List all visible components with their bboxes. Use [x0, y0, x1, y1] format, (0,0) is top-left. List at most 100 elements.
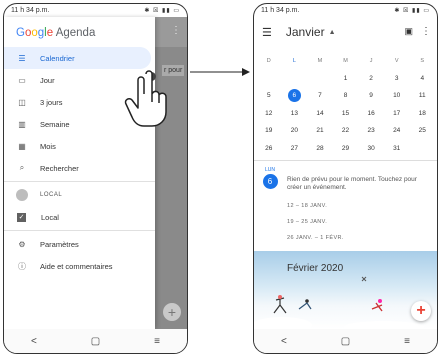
- home-button[interactable]: ▢: [341, 336, 350, 347]
- day-cell-number: 15: [341, 109, 350, 117]
- day-cell-number: 3: [394, 74, 399, 82]
- day-number: 6: [262, 174, 278, 189]
- weekday-label: M: [343, 57, 348, 64]
- day-cell-number: 13: [290, 109, 298, 117]
- transition-arrow-icon: [190, 68, 250, 76]
- weekday-label: L: [292, 57, 296, 64]
- gear-icon: ⚙: [18, 239, 26, 249]
- week-row: 5 6 7 8 9 10 11: [256, 87, 435, 105]
- day-cell[interactable]: 27: [282, 145, 308, 152]
- add-event-fab[interactable]: +: [411, 301, 431, 321]
- back-button[interactable]: <: [31, 336, 37, 347]
- recents-button[interactable]: ≡: [154, 336, 160, 347]
- day-cell-number: 14: [316, 109, 324, 117]
- status-time: 11 h 34 p.m.: [261, 7, 300, 14]
- drawer-item-mois[interactable]: ▦ Mois: [4, 135, 155, 157]
- day-cell[interactable]: 28: [307, 145, 333, 152]
- day-cell-number: 9: [369, 92, 373, 100]
- day-cell-number: 28: [316, 144, 324, 152]
- drawer-item-rechercher[interactable]: ⌕ Rechercher: [4, 157, 155, 179]
- day-cell[interactable]: 26: [256, 145, 282, 152]
- week-range-label: 26 JANV. – 1 FÉVR.: [287, 235, 344, 241]
- day-cell[interactable]: 2: [358, 75, 384, 82]
- day-cell[interactable]: 22: [333, 127, 359, 134]
- status-icons: ✱ ☒ ▮▮ ▭: [144, 8, 180, 14]
- weekday-label: M: [317, 57, 323, 64]
- day-cell[interactable]: 11: [409, 92, 435, 99]
- day-cell[interactable]: 30: [358, 145, 384, 152]
- day-cell-number: 2: [369, 74, 373, 82]
- calendar-toggle-local[interactable]: ✓ Local: [4, 206, 155, 228]
- status-icons: ✱ ☒ ▮▮ ▭: [394, 8, 430, 14]
- back-button[interactable]: <: [281, 336, 287, 347]
- recents-button[interactable]: ≡: [404, 336, 410, 347]
- day-cell[interactable]: 31: [384, 145, 410, 152]
- divider: [254, 160, 437, 161]
- day-cell-number: 6: [287, 89, 301, 103]
- day-weekday: LUN: [264, 167, 275, 173]
- today-calendar-icon[interactable]: ▣: [404, 26, 413, 37]
- day-cell-number: 18: [418, 109, 426, 117]
- month-selector[interactable]: Janvier: [286, 25, 325, 39]
- day-cell-number: 1: [343, 74, 348, 82]
- drawer-item-label: Semaine: [40, 119, 70, 129]
- week-row: 26 27 28 29 30 31: [256, 140, 435, 158]
- day-cell[interactable]: 20: [282, 127, 308, 134]
- status-bar: 11 h 34 p.m. ✱ ☒ ▮▮ ▭: [4, 4, 187, 17]
- app-name: Agenda: [55, 27, 96, 39]
- calendar-list-icon: ☰: [18, 53, 26, 63]
- day-cell[interactable]: 18: [409, 110, 435, 117]
- day-cell[interactable]: 14: [307, 110, 333, 117]
- month-grid: D L M M J V S 1 2 3 4 5 6 7 8 9 10 11 12 13 14 15 16 17 18 19 20 21…: [256, 52, 435, 157]
- drawer-item-calendrier[interactable]: ☰ Calendrier: [4, 47, 151, 69]
- day-cell[interactable]: 24: [384, 127, 410, 134]
- day-cell[interactable]: 7: [307, 92, 333, 99]
- home-button[interactable]: ▢: [91, 336, 100, 347]
- day-cell[interactable]: 17: [384, 110, 410, 117]
- drawer-item-aide[interactable]: ⓘ Aide et commentaires: [4, 255, 155, 277]
- day-cell-number: 31: [393, 144, 401, 152]
- day-cell-number: 7: [318, 92, 322, 100]
- day-cell[interactable]: 10: [384, 92, 410, 99]
- day-cell[interactable]: 29: [333, 145, 359, 152]
- day-cell[interactable]: 5: [256, 92, 282, 99]
- day-cell[interactable]: 15: [333, 110, 359, 117]
- day-cell-number: 27: [290, 144, 298, 152]
- day-cell[interactable]: 16: [358, 110, 384, 117]
- day-cell[interactable]: 1: [333, 75, 359, 82]
- day-cell[interactable]: 25: [409, 127, 435, 134]
- month-banner: Février 2020 +: [254, 251, 437, 329]
- empty-agenda-message[interactable]: Rien de prévu pour le moment. Touchez po…: [287, 176, 433, 192]
- day-cell[interactable]: 9: [358, 92, 384, 99]
- drawer-item-label: Paramètres: [40, 239, 79, 249]
- day-cell-number: 17: [393, 109, 401, 117]
- day-cell-number: 25: [418, 127, 426, 135]
- day-cell-number: 10: [393, 92, 401, 100]
- day-cell-number: 12: [265, 109, 273, 117]
- weekday-label: J: [369, 57, 373, 64]
- day-cell[interactable]: 19: [256, 127, 282, 134]
- week-row: 1 2 3 4: [256, 70, 435, 88]
- day-cell[interactable]: 3: [384, 75, 410, 82]
- status-bar: 11 h 34 p.m. ✱ ☒ ▮▮ ▭: [254, 4, 437, 17]
- day-badge[interactable]: LUN 6: [260, 167, 280, 189]
- navigation-drawer: Google Agenda ☰ Calendrier ▭ Jour ◫ 3 jo…: [4, 17, 155, 329]
- drawer-item-label: Calendrier: [40, 53, 75, 63]
- day-cell[interactable]: 8: [333, 92, 359, 99]
- account-label: LOCAL: [40, 192, 63, 198]
- day-cell[interactable]: 12: [256, 110, 282, 117]
- day-view-icon: ▭: [18, 75, 26, 85]
- right-phone-screen: 11 h 34 p.m. ✱ ☒ ▮▮ ▭ ☰ Janvier ▲ ▣ ⋮ D L…: [253, 3, 438, 354]
- day-cell-number: 29: [341, 144, 350, 152]
- weekday-label: V: [394, 57, 399, 64]
- checkbox-checked-icon[interactable]: ✓: [17, 212, 26, 222]
- day-cell[interactable]: 21: [307, 127, 333, 134]
- day-cell[interactable]: 6: [282, 89, 308, 103]
- drawer-item-parametres[interactable]: ⚙ Paramètres: [4, 233, 155, 255]
- day-cell[interactable]: 23: [358, 127, 384, 134]
- day-cell[interactable]: 13: [282, 110, 308, 117]
- caret-up-icon[interactable]: ▲: [329, 29, 336, 36]
- day-cell[interactable]: 4: [409, 75, 435, 82]
- overflow-menu-icon[interactable]: ⋮: [421, 26, 431, 37]
- hamburger-menu-icon[interactable]: ☰: [262, 26, 272, 39]
